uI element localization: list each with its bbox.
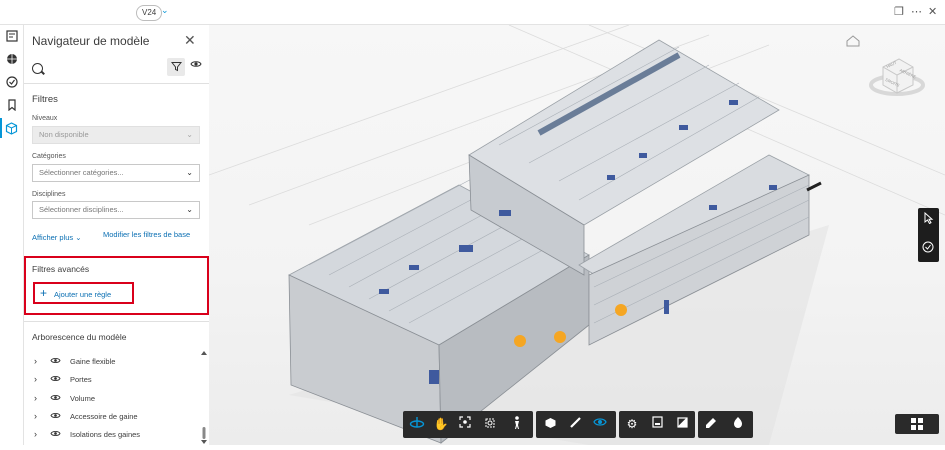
disciplines-select[interactable]: Sélectionner disciplines... ⌄ (32, 201, 200, 219)
chevron-down-icon[interactable]: ⌄ (161, 5, 169, 16)
show-more-link[interactable]: Afficher plus ⌄ (32, 233, 82, 242)
panel-title: Navigateur de modèle (32, 34, 150, 48)
levels-select: Non disponible ⌄ (32, 126, 200, 144)
chevron-right-icon[interactable]: › (34, 411, 37, 421)
pan-icon[interactable]: ✋ (433, 416, 449, 432)
categories-label: Catégories (32, 153, 66, 160)
add-rule-button[interactable]: Ajouter une règle (54, 290, 111, 299)
categories-placeholder: Sélectionner catégories... (39, 168, 124, 177)
levels-label: Niveaux (32, 115, 58, 122)
tree-item-label: Gaine flexible (70, 357, 116, 366)
advanced-filters-title: Filtres avancés (32, 264, 90, 274)
explode-icon[interactable] (592, 416, 608, 432)
close-icon[interactable]: ✕ (928, 5, 937, 18)
eye-icon[interactable] (50, 429, 61, 441)
issues-icon[interactable] (5, 76, 18, 89)
more-icon[interactable]: ⋯ (911, 5, 922, 18)
tree-item[interactable]: › Isolations des gaines (24, 427, 199, 445)
tree-item-label: Portes (70, 375, 92, 384)
markup-toolbar (698, 411, 753, 438)
tree-item-label: Accessoire de gaine (70, 412, 138, 421)
filter-icon[interactable] (167, 58, 185, 76)
building-model[interactable] (209, 25, 945, 445)
first-person-icon[interactable] (509, 416, 525, 432)
chevron-right-icon[interactable]: › (34, 393, 37, 403)
eye-icon[interactable] (50, 374, 61, 386)
chevron-right-icon[interactable]: › (34, 374, 37, 384)
model-browser-icon[interactable] (674, 416, 690, 432)
orbit-icon[interactable] (409, 416, 425, 432)
properties-icon[interactable] (649, 416, 665, 432)
settings-toolbar: ⚙ (619, 411, 695, 438)
side-tools (918, 208, 939, 262)
model-browser-icon[interactable] (5, 122, 18, 135)
select-cursor-icon[interactable] (920, 211, 936, 228)
tree-item[interactable]: › Portes (24, 372, 199, 390)
model-tree-title: Arborescence du modèle (32, 332, 127, 342)
disciplines-placeholder: Sélectionner disciplines... (39, 205, 124, 214)
overlay-windows-icon[interactable]: ❐ (894, 5, 904, 18)
left-tool-rail (0, 25, 24, 445)
eye-icon[interactable] (50, 356, 61, 368)
filters-title: Filtres (32, 94, 58, 105)
measure-icon[interactable] (567, 416, 583, 432)
chevron-right-icon[interactable]: › (34, 429, 37, 439)
check-circle-icon[interactable] (920, 241, 936, 257)
section-box-icon[interactable] (542, 416, 558, 432)
navigation-toolbar: ✋ (403, 411, 533, 438)
tree-item[interactable]: › Volume (24, 391, 199, 409)
eye-icon[interactable] (190, 59, 202, 72)
modify-base-filters-link[interactable]: Modifier les filtres de base (103, 230, 190, 239)
plus-icon[interactable]: + (40, 287, 47, 299)
divider (24, 321, 209, 322)
3d-viewport[interactable]: HAUT ARRIÈRE DROITE (209, 25, 945, 445)
tree-scrollbar[interactable] (201, 350, 207, 445)
categories-select[interactable]: Sélectionner catégories... ⌄ (32, 164, 200, 182)
fit-view-icon[interactable] (457, 416, 473, 432)
issue-pin-icon[interactable] (730, 416, 746, 432)
tools-toolbar (536, 411, 616, 438)
chevron-right-icon[interactable]: › (34, 356, 37, 366)
layout-grid-button[interactable] (895, 414, 939, 434)
tree-item[interactable]: › Accessoire de gaine (24, 409, 199, 427)
eye-icon[interactable] (50, 393, 61, 405)
eye-icon[interactable] (50, 411, 61, 423)
disciplines-label: Disciplines (32, 191, 66, 198)
tree-item[interactable]: › Gaine flexible (24, 354, 199, 372)
bookmark-icon[interactable] (5, 99, 18, 112)
tree-item-label: Isolations des gaines (70, 430, 141, 439)
close-icon[interactable]: ✕ (184, 32, 196, 49)
divider (24, 83, 209, 84)
version-selector[interactable]: V24 (136, 5, 163, 21)
model-browser-panel: Navigateur de modèle ✕ Filtres Niveaux N… (24, 25, 210, 445)
grid-icon (911, 418, 923, 430)
markup-icon[interactable] (704, 416, 720, 432)
settings-icon[interactable]: ⚙ (624, 416, 640, 432)
chevron-down-icon: ⌄ (186, 130, 193, 139)
show-more-label: Afficher plus (32, 233, 74, 242)
levels-value: Non disponible (39, 130, 89, 139)
top-bar: V24 ⌄ ❐ ⋯ ✕ (0, 0, 945, 25)
zoom-window-icon[interactable] (483, 416, 499, 432)
3d-sphere-icon[interactable] (5, 53, 18, 66)
sheets-icon[interactable] (5, 30, 18, 43)
chevron-down-icon: ⌄ (186, 205, 193, 214)
chevron-down-icon: ⌄ (186, 168, 193, 177)
home-view-icon (846, 35, 860, 47)
active-indicator (0, 118, 2, 138)
chevron-down-icon: ⌄ (75, 233, 82, 242)
tree-item-label: Volume (70, 394, 96, 403)
search-icon (32, 63, 43, 74)
